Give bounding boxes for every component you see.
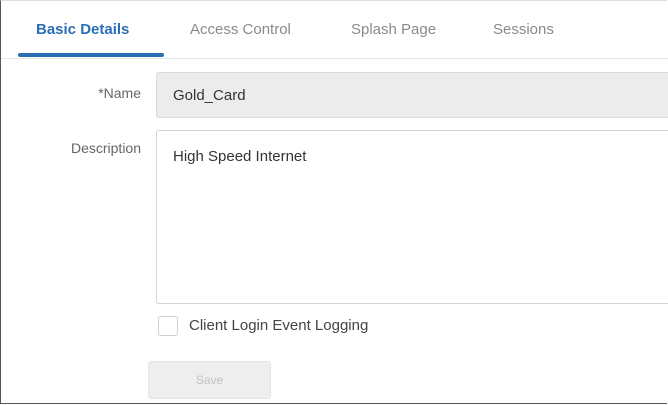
tab-sessions[interactable]: Sessions bbox=[493, 21, 554, 38]
tab-access-control[interactable]: Access Control bbox=[190, 21, 291, 38]
tab-bar: Basic Details Access Control Splash Page… bbox=[1, 1, 668, 59]
client-login-logging-label[interactable]: Client Login Event Logging bbox=[189, 317, 368, 334]
name-label: *Name bbox=[98, 85, 141, 101]
name-field[interactable] bbox=[156, 72, 668, 118]
description-field[interactable]: High Speed Internet bbox=[156, 130, 668, 304]
policy-form-panel: Basic Details Access Control Splash Page… bbox=[0, 0, 668, 404]
tab-splash-page[interactable]: Splash Page bbox=[351, 21, 436, 38]
client-login-logging-checkbox[interactable] bbox=[158, 316, 178, 336]
tab-basic-details[interactable]: Basic Details bbox=[36, 21, 129, 38]
active-tab-indicator bbox=[18, 53, 164, 57]
save-button[interactable]: Save bbox=[148, 361, 271, 399]
description-label: Description bbox=[70, 140, 141, 156]
